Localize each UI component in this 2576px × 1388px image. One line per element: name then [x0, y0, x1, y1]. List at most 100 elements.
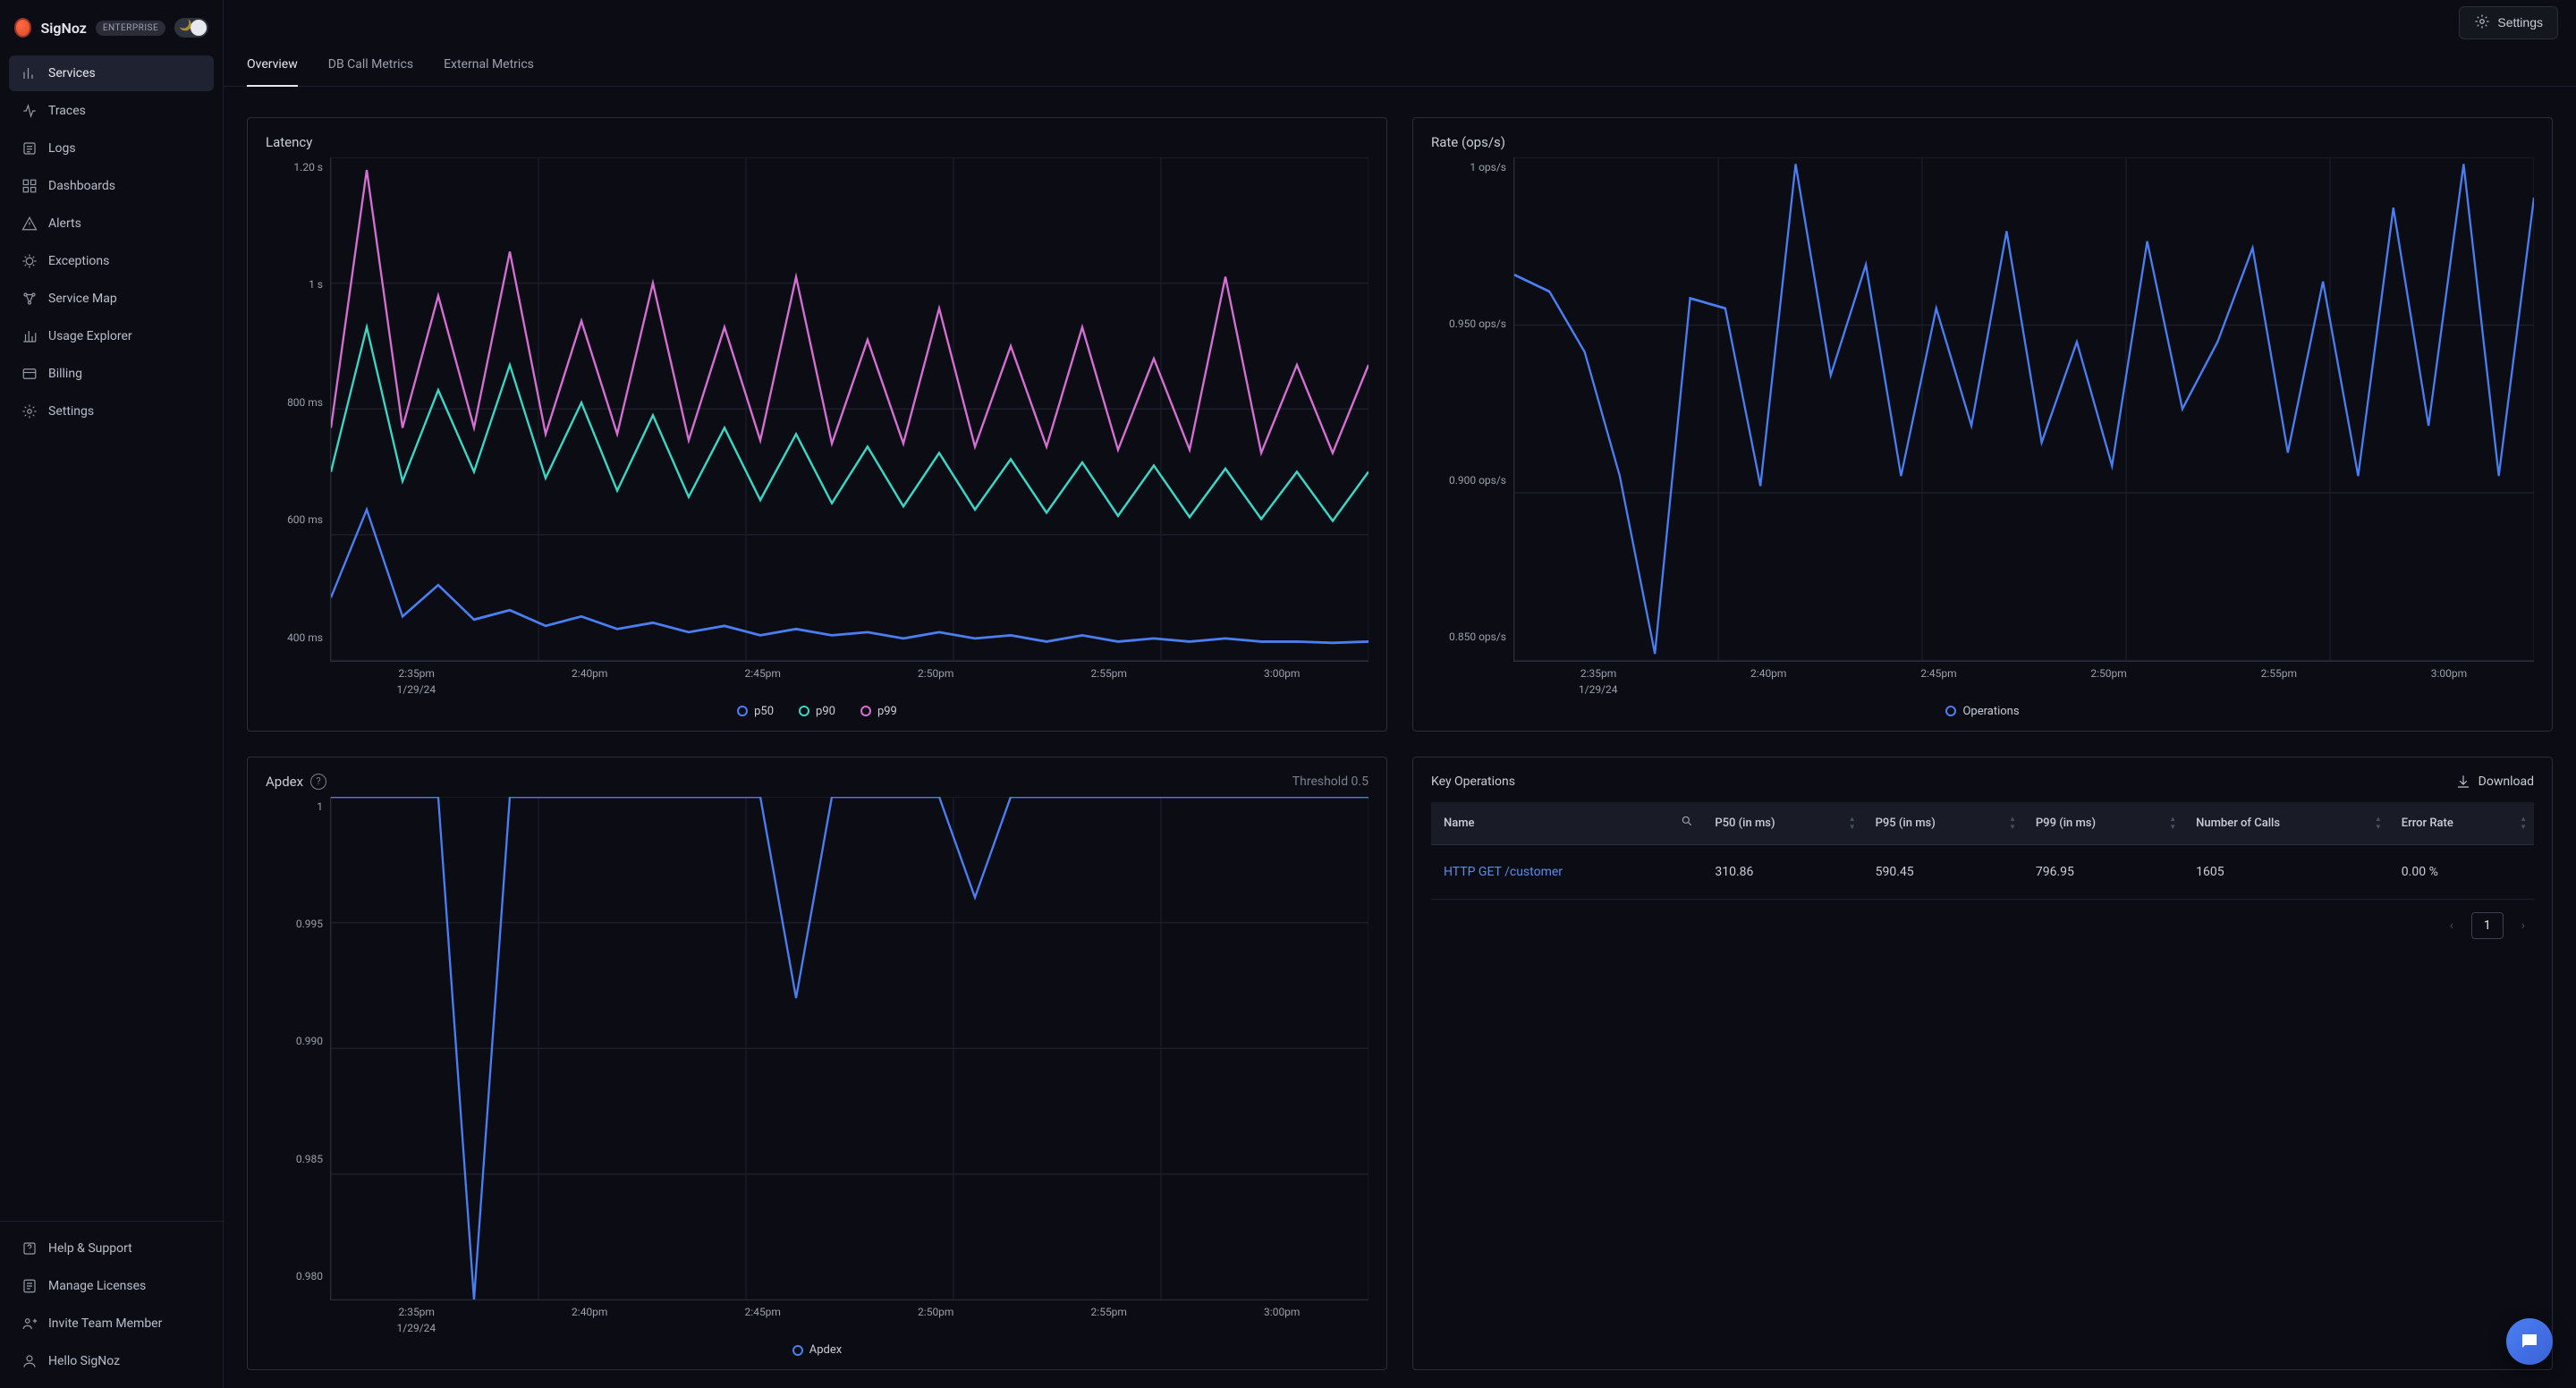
sidebar-item-label: Help & Support [48, 1241, 132, 1256]
tab-overview[interactable]: Overview [247, 45, 298, 86]
sidebar-item-label: Billing [48, 367, 82, 381]
sidebar-item-services[interactable]: Services [9, 55, 214, 91]
sidebar-item-logs[interactable]: Logs [9, 131, 214, 166]
x-date: 1/29/24 [1513, 683, 1682, 696]
page-number[interactable]: 1 [2471, 912, 2504, 939]
gear-icon [2474, 13, 2490, 32]
traces-icon [21, 103, 38, 119]
sort-icon[interactable]: ▲▼ [2375, 815, 2382, 831]
theme-toggle[interactable] [174, 18, 208, 38]
sort-icon[interactable]: ▲▼ [2520, 815, 2527, 831]
invite-icon [21, 1316, 38, 1332]
plot-area [330, 157, 1368, 662]
y-axis: 1 ops/s 0.950 ops/s 0.900 ops/s 0.850 op… [1431, 157, 1513, 662]
brand: SigNoz ENTERPRISE [0, 11, 223, 50]
x-date: 1/29/24 [330, 683, 503, 696]
y-axis: 1 0.995 0.990 0.985 0.980 [266, 797, 330, 1301]
pagination: ‹ 1 › [1431, 912, 2534, 939]
legend-item[interactable]: Operations [1945, 705, 2019, 718]
help-icon[interactable]: ? [310, 774, 326, 790]
col-p95[interactable]: P95 (in ms)▲▼ [1863, 802, 2023, 845]
sort-icon[interactable]: ▲▼ [1849, 815, 1856, 831]
op-err: 0.00 % [2389, 844, 2534, 899]
rate-card: Rate (ops/s) 1 ops/s 0.950 ops/s 0.900 o… [1412, 117, 2553, 732]
sidebar-item-dashboards[interactable]: Dashboards [9, 168, 214, 204]
plot-area [1513, 157, 2534, 662]
threshold-label: Threshold 0.5 [1292, 774, 1368, 789]
operations-table: Name P50 (in ms)▲▼ P95 (in ms)▲▼ P99 (in… [1431, 802, 2534, 900]
sidebar-item-label: Manage Licenses [48, 1279, 146, 1293]
chat-icon [2519, 1331, 2540, 1352]
x-axis: 2:35pm2:40pm2:45pm 2:50pm2:55pm3:00pm [266, 662, 1368, 681]
bar-chart-icon [21, 65, 38, 81]
legend-item[interactable]: Apdex [792, 1343, 842, 1357]
sidebar-item-label: Usage Explorer [48, 329, 132, 343]
table-row[interactable]: HTTP GET /customer 310.86 590.45 796.95 … [1431, 844, 2534, 899]
sidebar-item-traces[interactable]: Traces [9, 93, 214, 129]
apdex-chart[interactable]: 1 0.995 0.990 0.985 0.980 2:35pm2:40pm2:… [266, 797, 1368, 1358]
usage-icon [21, 328, 38, 344]
x-axis: 2:35pm2:40pm2:45pm 2:50pm2:55pm3:00pm [1431, 662, 2534, 681]
sidebar-item-hello[interactable]: Hello SigNoz [9, 1343, 214, 1379]
card-title: Key Operations [1431, 774, 1515, 789]
sidebar: SigNoz ENTERPRISE Services Traces Logs D… [0, 0, 224, 1388]
sidebar-item-label: Services [48, 66, 96, 80]
sidebar-item-help[interactable]: Help & Support [9, 1231, 214, 1266]
legend-dot-icon [737, 706, 748, 716]
tab-label: Overview [247, 57, 298, 72]
map-icon [21, 291, 38, 307]
download-button[interactable]: Download [2455, 774, 2534, 790]
main: Settings Overview DB Call Metrics Extern… [224, 0, 2576, 1388]
latency-chart[interactable]: 1.20 s 1 s 800 ms 600 ms 400 ms 2:35pm2:… [266, 157, 1368, 718]
sidebar-item-alerts[interactable]: Alerts [9, 206, 214, 241]
tab-label: DB Call Metrics [328, 57, 413, 72]
sidebar-item-usage-explorer[interactable]: Usage Explorer [9, 318, 214, 354]
settings-button-label: Settings [2497, 15, 2543, 30]
chat-fab[interactable] [2506, 1318, 2553, 1365]
sidebar-item-service-map[interactable]: Service Map [9, 281, 214, 317]
page-prev[interactable]: ‹ [2441, 913, 2462, 938]
tab-db-call[interactable]: DB Call Metrics [328, 45, 413, 86]
x-date: 1/29/24 [330, 1322, 503, 1334]
legend-dot-icon [860, 706, 871, 716]
rate-chart[interactable]: 1 ops/s 0.950 ops/s 0.900 ops/s 0.850 op… [1431, 157, 2534, 718]
sidebar-item-invite[interactable]: Invite Team Member [9, 1306, 214, 1341]
sidebar-item-settings[interactable]: Settings [9, 394, 214, 429]
legend-item[interactable]: p90 [799, 705, 835, 718]
col-name[interactable]: Name [1431, 802, 1702, 845]
op-p50: 310.86 [1702, 844, 1862, 899]
tabs: Overview DB Call Metrics External Metric… [224, 45, 2576, 87]
legend-item[interactable]: p50 [737, 705, 774, 718]
sidebar-item-licenses[interactable]: Manage Licenses [9, 1268, 214, 1304]
help-icon [21, 1240, 38, 1257]
sort-icon[interactable]: ▲▼ [2169, 815, 2176, 831]
logs-icon [21, 140, 38, 157]
card-title: Rate (ops/s) [1431, 134, 1505, 150]
col-error[interactable]: Error Rate▲▼ [2389, 802, 2534, 845]
col-calls[interactable]: Number of Calls▲▼ [2183, 802, 2389, 845]
sort-icon[interactable]: ▲▼ [2009, 815, 2016, 831]
sidebar-item-label: Settings [48, 404, 94, 419]
sidebar-item-billing[interactable]: Billing [9, 356, 214, 392]
legend-item[interactable]: p99 [860, 705, 897, 718]
op-name-link[interactable]: HTTP GET /customer [1431, 844, 1702, 899]
enterprise-badge: ENTERPRISE [96, 21, 165, 36]
license-icon [21, 1278, 38, 1294]
page-next[interactable]: › [2512, 913, 2534, 938]
legend: Apdex [266, 1343, 1368, 1357]
legend-dot-icon [792, 1345, 803, 1356]
col-p50[interactable]: P50 (in ms)▲▼ [1702, 802, 1862, 845]
sidebar-item-label: Alerts [48, 216, 81, 231]
op-p99: 796.95 [2023, 844, 2183, 899]
settings-button[interactable]: Settings [2459, 6, 2558, 39]
tab-external[interactable]: External Metrics [444, 45, 534, 86]
sidebar-item-label: Service Map [48, 292, 117, 306]
grid-icon [21, 178, 38, 194]
latency-card: Latency 1.20 s 1 s 800 ms 600 ms 400 ms [247, 117, 1387, 732]
brand-logo-icon [14, 18, 31, 38]
search-icon[interactable] [1681, 815, 1693, 831]
sidebar-item-label: Traces [48, 104, 86, 118]
col-p99[interactable]: P99 (in ms)▲▼ [2023, 802, 2183, 845]
sidebar-item-exceptions[interactable]: Exceptions [9, 243, 214, 279]
apdex-card: Apdex ? Threshold 0.5 1 0.995 0.990 0.98… [247, 757, 1387, 1371]
